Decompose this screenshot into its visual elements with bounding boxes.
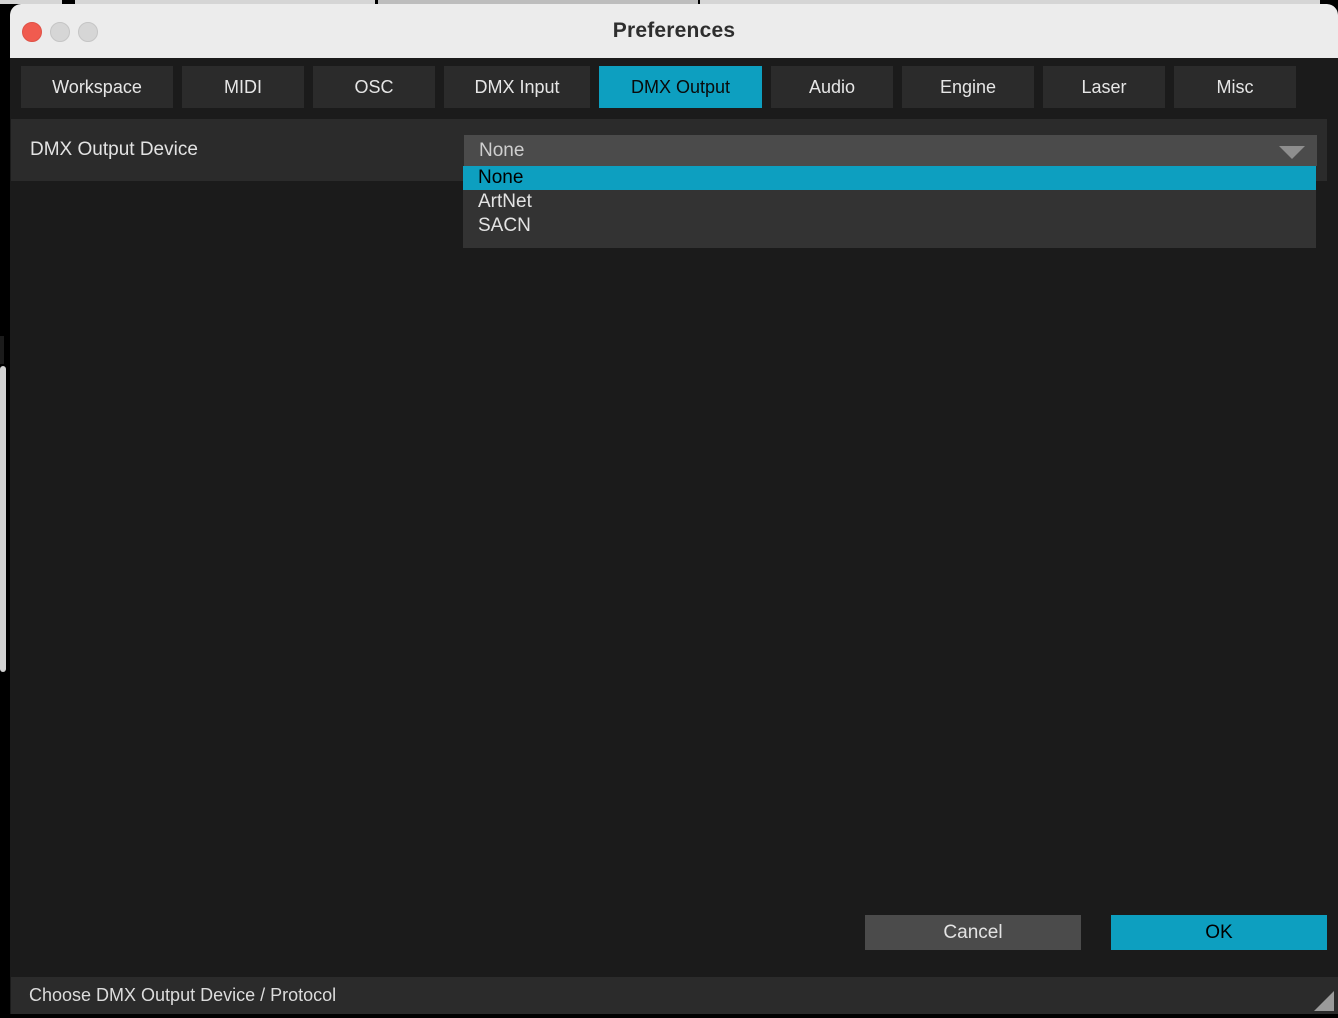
dialog-button-bar: Cancel OK (10, 905, 1338, 965)
window-bottom-edge (10, 1014, 1338, 1018)
background-scrollbar (0, 366, 6, 672)
tab-dmx-output[interactable]: DMX Output (599, 66, 762, 108)
tab-midi[interactable]: MIDI (182, 66, 304, 108)
chevron-down-icon (1279, 146, 1305, 159)
preferences-content: DMX Output Device None None ArtNet SACN … (10, 119, 1338, 965)
dropdown-option-sacn[interactable]: SACN (463, 214, 1316, 238)
resize-grip-icon[interactable] (1314, 991, 1334, 1011)
background-left-notch (0, 336, 4, 364)
dmx-output-device-select[interactable]: None (464, 135, 1317, 166)
preferences-window: Preferences Workspace MIDI OSC DMX Input… (10, 4, 1338, 1018)
tab-audio[interactable]: Audio (771, 66, 893, 108)
tab-workspace[interactable]: Workspace (21, 66, 173, 108)
page-title: Preferences (612, 19, 736, 42)
setting-label: DMX Output Device (30, 139, 198, 160)
status-message: Choose DMX Output Device / Protocol (29, 985, 337, 1005)
tab-osc[interactable]: OSC (313, 66, 435, 108)
statusbar: Choose DMX Output Device / Protocol (11, 977, 1338, 1014)
dropdown-bottom-padding (463, 238, 1316, 248)
tab-engine[interactable]: Engine (902, 66, 1034, 108)
tab-dmx-input[interactable]: DMX Input (444, 66, 590, 108)
dmx-output-device-value: None (479, 139, 525, 161)
tab-misc[interactable]: Misc (1174, 66, 1296, 108)
cancel-button[interactable]: Cancel (865, 915, 1081, 950)
preferences-tabbar: Workspace MIDI OSC DMX Input DMX Output … (10, 58, 1338, 119)
window-titlebar: Preferences (10, 4, 1338, 58)
tab-laser[interactable]: Laser (1043, 66, 1165, 108)
dmx-output-device-dropdown[interactable]: None ArtNet SACN (463, 166, 1316, 248)
ok-button[interactable]: OK (1111, 915, 1327, 950)
dropdown-option-none[interactable]: None (463, 166, 1316, 190)
dropdown-option-artnet[interactable]: ArtNet (463, 190, 1316, 214)
